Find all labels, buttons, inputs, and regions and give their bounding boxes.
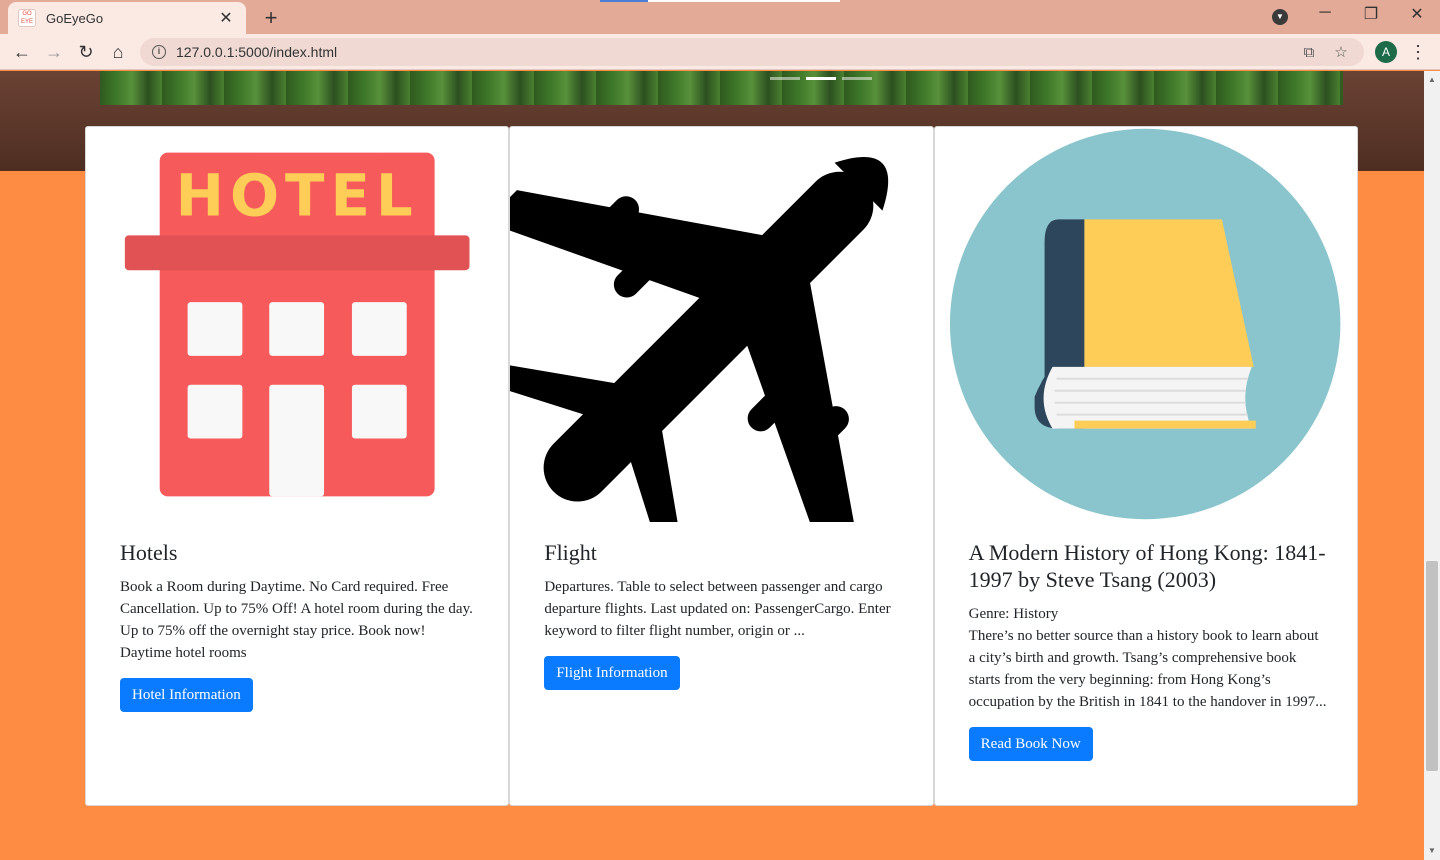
url-text[interactable]: 127.0.0.1:5000/index.html [176, 44, 1288, 60]
card-text: Book a Room during Daytime. No Card requ… [120, 579, 473, 661]
card-text: There’s no better source than a history … [968, 628, 1327, 710]
new-tab-icon[interactable]: + [260, 5, 282, 31]
carousel-indicator[interactable] [842, 77, 872, 80]
browser-menu-icon[interactable]: ⋮ [1408, 40, 1428, 64]
page-viewport: HOTEL Hotels Book a Room during Daytime.… [0, 71, 1424, 860]
tab-close-icon[interactable]: ✕ [216, 8, 236, 28]
carousel-indicator-active[interactable] [806, 77, 836, 80]
hotel-information-button[interactable]: Hotel Information [120, 678, 253, 712]
airplane-icon [510, 156, 889, 522]
browser-tab[interactable]: GO EYE GO GoEyeGo ✕ [8, 2, 246, 34]
scroll-down-icon[interactable]: ▼ [1424, 846, 1440, 855]
window-close-icon[interactable]: ✕ [1402, 4, 1432, 24]
card-deck: HOTEL Hotels Book a Room during Daytime.… [85, 126, 1358, 806]
card-title: A Modern History of Hong Kong: 1841-1997… [968, 540, 1326, 592]
hotel-sign-text: HOTEL [176, 161, 419, 229]
translate-icon[interactable]: ⧉ [1298, 44, 1320, 61]
restore-icon[interactable]: ❐ [1356, 4, 1386, 24]
page-scrollbar[interactable]: ▲ ▼ [1424, 71, 1440, 860]
book-icon [949, 128, 1341, 520]
flight-information-button[interactable]: Flight Information [544, 656, 680, 690]
carousel-indicators [770, 77, 872, 80]
hotel-icon: HOTEL [124, 152, 470, 497]
browser-toolbar: ← → ↻ ⌂ i 127.0.0.1:5000/index.html ⧉ ☆ … [0, 34, 1440, 70]
browser-tab-bar: GO EYE GO GoEyeGo ✕ + ▼ ─ ❐ ✕ [0, 0, 1440, 34]
card-title: Flight [544, 540, 597, 565]
tab-loading-indicator [600, 0, 840, 2]
reload-icon[interactable]: ↻ [74, 40, 98, 64]
forward-icon[interactable]: → [42, 40, 66, 64]
hotel-card: HOTEL Hotels Book a Room during Daytime.… [85, 126, 510, 806]
card-title: Hotels [120, 540, 178, 565]
tab-title: GoEyeGo [46, 10, 104, 26]
hero-carousel [100, 71, 1343, 105]
card-text: Departures. Table to select between pass… [544, 579, 891, 639]
scrollbar-thumb[interactable] [1426, 561, 1438, 771]
back-icon[interactable]: ← [10, 40, 34, 64]
site-info-icon[interactable]: i [152, 45, 166, 59]
hotel-card-body: Hotels Book a Room during Daytime. No Ca… [120, 539, 478, 712]
carousel-indicator[interactable] [770, 77, 800, 80]
address-bar[interactable]: i 127.0.0.1:5000/index.html ⧉ ☆ [140, 38, 1364, 66]
home-icon[interactable]: ⌂ [106, 40, 130, 64]
flight-card: Flight Departures. Table to select betwe… [509, 126, 934, 806]
profile-avatar[interactable]: A [1375, 41, 1397, 63]
minimize-icon[interactable]: ─ [1310, 4, 1340, 22]
book-card: A Modern History of Hong Kong: 1841-1997… [933, 126, 1358, 806]
read-book-now-button[interactable]: Read Book Now [968, 727, 1093, 761]
tab-search-icon[interactable]: ▼ [1272, 9, 1288, 25]
book-genre: Genre: History [968, 606, 1059, 622]
flight-card-body: Flight Departures. Table to select betwe… [544, 539, 902, 690]
scroll-up-icon[interactable]: ▲ [1424, 75, 1440, 84]
bookmark-star-icon[interactable]: ☆ [1330, 43, 1352, 61]
book-card-body: A Modern History of Hong Kong: 1841-1997… [968, 539, 1327, 761]
favicon-icon: GO EYE GO [18, 9, 36, 27]
